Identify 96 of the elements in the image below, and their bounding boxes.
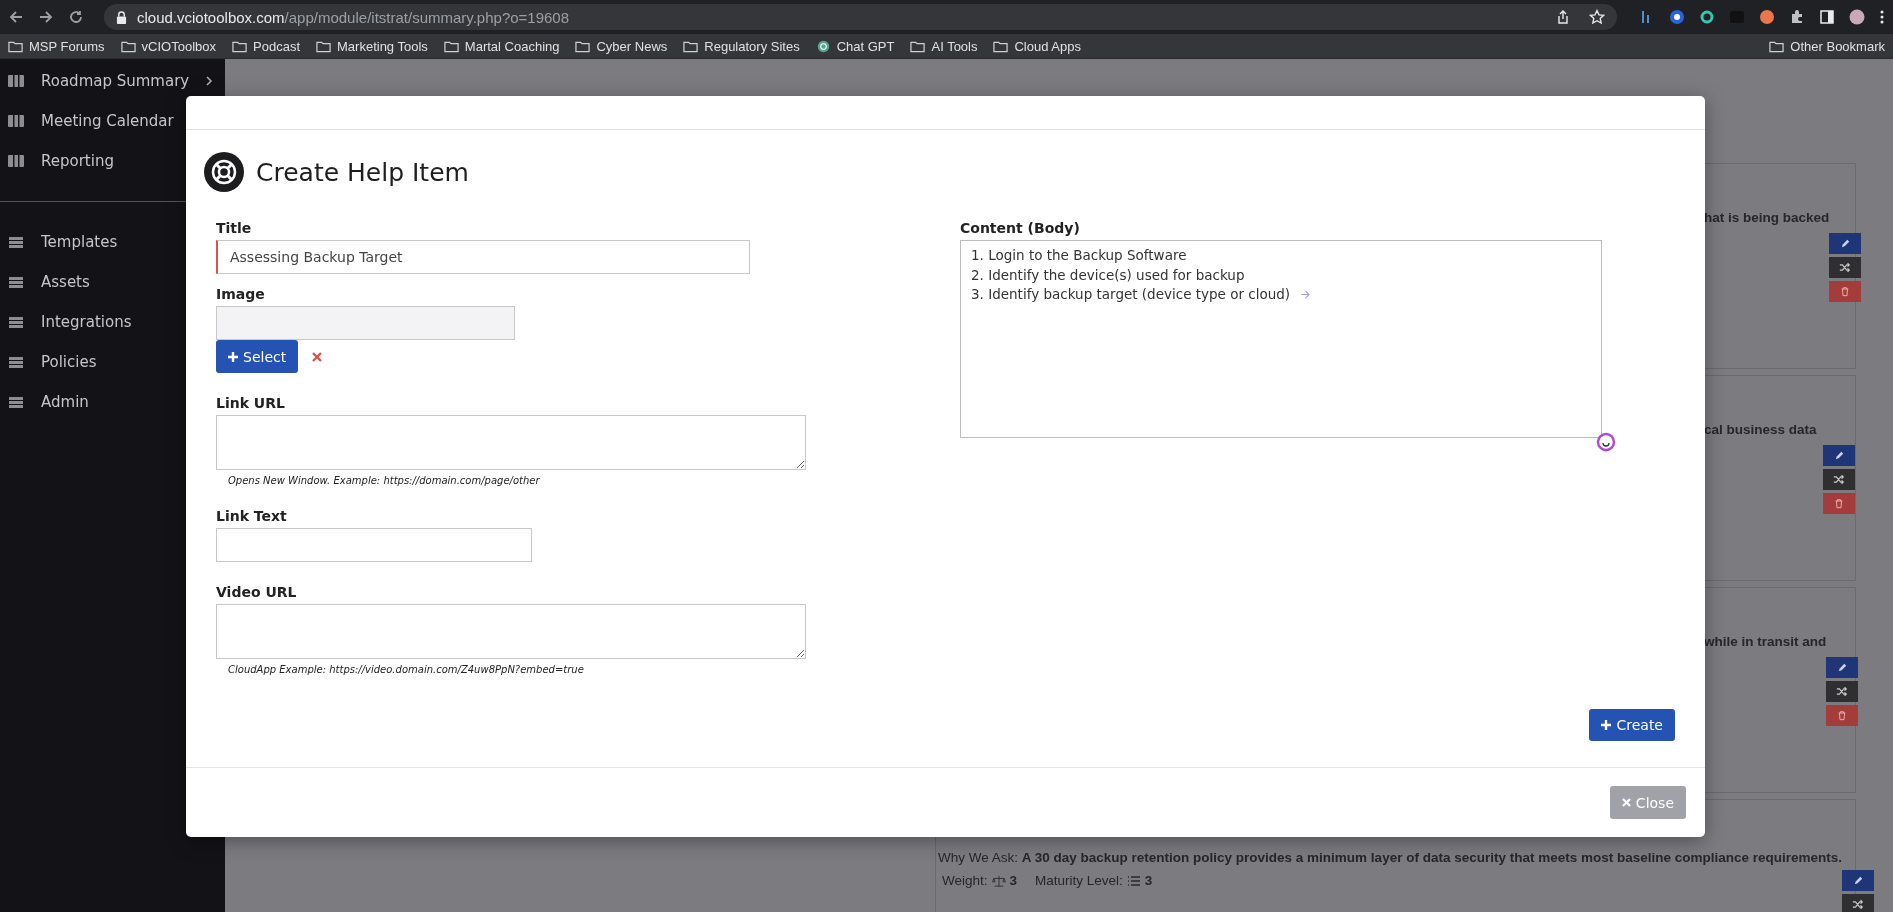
folder-icon: [120, 39, 136, 53]
title-field[interactable]: Assessing Backup Target: [216, 240, 750, 274]
content-line: 3. Identify backup target (device type or cloud): [971, 285, 1291, 304]
map-icon: [7, 73, 25, 89]
shuffle-button[interactable]: [1829, 257, 1862, 278]
bookmark[interactable]: Other Bookmark: [1769, 38, 1885, 54]
sidebar-item[interactable]: Meeting Calendar: [0, 101, 225, 141]
bookmark[interactable]: MSP Forums: [8, 38, 105, 54]
folder-icon: [1769, 39, 1785, 53]
lifebuoy-icon: [204, 152, 244, 192]
plus-icon: [228, 351, 238, 362]
folder-icon: [993, 39, 1009, 53]
list-icon: [1126, 874, 1141, 887]
pencil-icon: [1836, 662, 1848, 673]
trash-icon: [1834, 498, 1844, 509]
video-url-field[interactable]: [216, 604, 806, 659]
content-line: 1. Login to the Backup Software: [971, 246, 1187, 265]
menu-icon[interactable]: [1879, 9, 1885, 25]
content-field[interactable]: 1. Login to the Backup Software 2. Identify the device(s) used for backup 3. Identify backup target (device type or cloud): [960, 240, 1602, 438]
weight-label: Weight:: [942, 873, 988, 888]
avatar-icon[interactable]: [1849, 9, 1865, 25]
arrow-icon: [1300, 290, 1312, 300]
edit-button[interactable]: [1829, 233, 1862, 254]
share-icon[interactable]: [1555, 9, 1571, 25]
lock-icon: [116, 10, 127, 24]
field-label: Title: [216, 220, 252, 236]
shuffle-button[interactable]: [1826, 681, 1859, 702]
bookmark[interactable]: Cyber News: [575, 38, 668, 54]
delete-button[interactable]: [1829, 281, 1862, 302]
sidebar-icon[interactable]: [1819, 9, 1835, 25]
pencil-icon: [1833, 450, 1845, 461]
site-icon: [815, 39, 831, 53]
ring-icon[interactable]: [1699, 9, 1715, 25]
folder-icon: [232, 39, 248, 53]
field-label: Link URL: [216, 395, 285, 411]
bookmark[interactable]: vCIOToolbox: [120, 38, 217, 54]
bookmark[interactable]: Chat GPT: [815, 38, 895, 54]
folder-icon: [910, 39, 926, 53]
field-label: Image: [216, 286, 265, 302]
why-we-ask-text: Why We Ask: A 30 day backup retention policy provides a minimum layer of data security that meets most baseline compliance requirements.: [938, 850, 1843, 865]
folder-icon: [8, 39, 23, 53]
folder-icon: [443, 39, 459, 53]
content-line: 2. Identify the device(s) used for backup: [971, 265, 1245, 285]
dialog-title: Create Help Item: [256, 157, 469, 187]
bookmark[interactable]: Martal Coaching: [443, 38, 560, 54]
folder-icon: [316, 39, 331, 53]
puzzle-icon[interactable]: [1789, 9, 1805, 25]
bookmark[interactable]: AI Tools: [910, 38, 978, 54]
assistant-icon[interactable]: [1596, 432, 1616, 452]
question-text: while in transit and: [1704, 634, 1827, 649]
weight-value: 3: [1009, 873, 1018, 888]
link-url-field[interactable]: [216, 415, 806, 470]
circle-icon[interactable]: [1669, 9, 1685, 25]
select-button[interactable]: Select: [216, 340, 299, 373]
delete-button[interactable]: [1823, 493, 1855, 514]
question-text: cal business data: [1704, 422, 1817, 437]
edit-button[interactable]: [1826, 657, 1859, 678]
sidebar-item[interactable]: Integrations: [0, 302, 225, 342]
bookmark[interactable]: Podcast: [232, 38, 300, 54]
pencil-icon: [1852, 875, 1864, 886]
field-label: Content (Body): [960, 220, 1080, 236]
bookmark[interactable]: Marketing Tools: [316, 38, 428, 54]
close-icon: [1621, 798, 1631, 807]
star-icon[interactable]: [1589, 9, 1605, 25]
back-icon[interactable]: [8, 9, 24, 25]
folder-icon: [575, 39, 591, 53]
question-text: hat is being backed: [1704, 210, 1830, 225]
sidebar-item[interactable]: Reporting: [0, 141, 225, 181]
field-label: Video URL: [216, 584, 297, 600]
pencil-icon: [1839, 238, 1851, 249]
bookmark[interactable]: Regulatory Sites: [683, 38, 800, 54]
field-hint: CloudApp Example: https://video.domain.com/Z4uw8PpN?embed=true: [228, 664, 584, 675]
create-button[interactable]: Create: [1589, 709, 1675, 741]
shuffle-button[interactable]: [1842, 894, 1875, 912]
forward-icon[interactable]: [38, 9, 54, 25]
address-bar[interactable]: cloud.vciotoolbox.com/app/module/itstrat/summary.php?o=19608: [104, 4, 1617, 30]
server-icon: [7, 234, 25, 250]
maturity-label: Maturity Level:: [1035, 873, 1123, 888]
clear-icon[interactable]: [312, 351, 323, 362]
link-text-field[interactable]: [216, 528, 532, 562]
field-label: Link Text: [216, 508, 287, 524]
reload-icon[interactable]: [68, 9, 84, 25]
sidebar-item[interactable]: Roadmap Summary: [0, 61, 225, 101]
plus-icon: [1601, 720, 1612, 730]
shuffle-button[interactable]: [1823, 469, 1855, 490]
maturity-value: 3: [1144, 873, 1153, 888]
edit-button[interactable]: [1823, 445, 1855, 466]
edit-button[interactable]: [1842, 870, 1875, 891]
delete-button[interactable]: [1826, 705, 1859, 726]
trash-icon: [1840, 286, 1851, 297]
field-hint: Opens New Window. Example: https://domain.com/page/other: [228, 475, 540, 486]
bookmark[interactable]: Cloud Apps: [993, 38, 1081, 54]
trash-icon: [1837, 710, 1848, 721]
scale-icon: [991, 874, 1006, 887]
folder-icon: [683, 39, 699, 53]
chevron-icon[interactable]: [205, 75, 213, 87]
